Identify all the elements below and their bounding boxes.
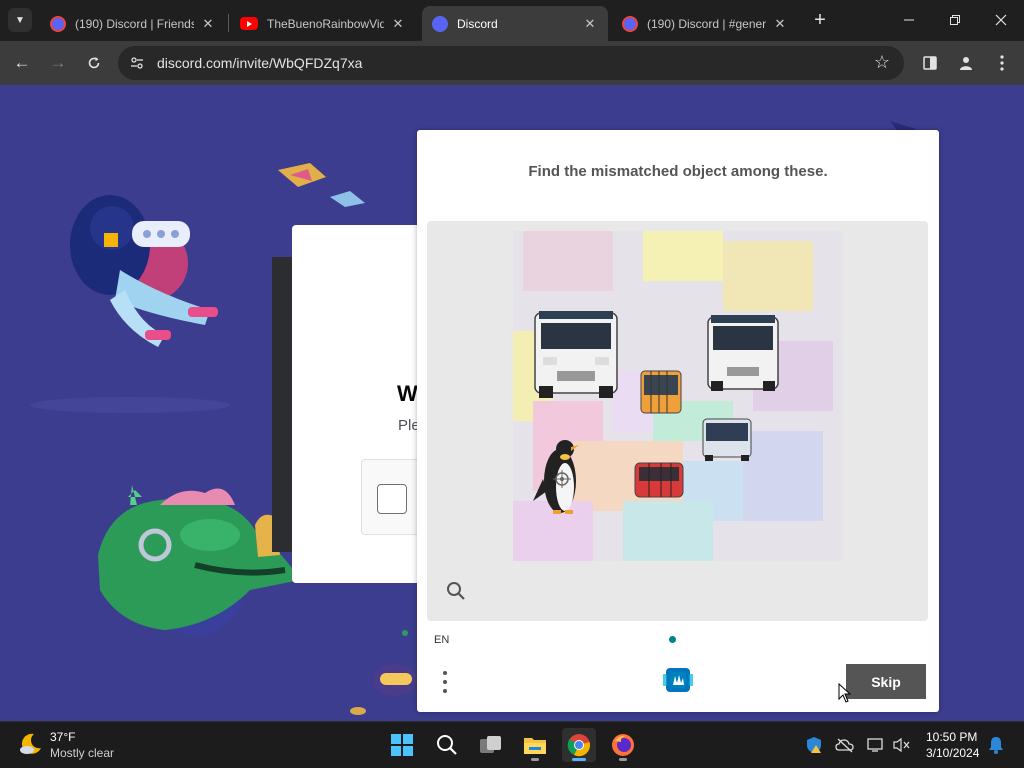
discord-icon: [432, 15, 448, 32]
bus-left: [534, 311, 618, 398]
bus-right: [707, 315, 779, 391]
search-icon[interactable]: [430, 728, 464, 762]
running-indicator: [531, 758, 539, 761]
close-tab-icon[interactable]: ✕: [582, 16, 598, 32]
running-indicator: [619, 758, 627, 761]
close-tab-icon[interactable]: ✕: [390, 16, 406, 32]
windows-start-icon[interactable]: [385, 728, 419, 762]
tab-discord-friends[interactable]: (190) Discord | Friends ✕: [40, 6, 226, 41]
youtube-icon: [240, 17, 258, 30]
back-arrow-icon[interactable]: ←: [10, 51, 34, 75]
skip-button[interactable]: Skip: [846, 664, 926, 699]
tab-separator: [228, 14, 229, 32]
tab-youtube[interactable]: TheBuenoRainbowVid ✕: [230, 6, 416, 41]
tab-discord-active[interactable]: Discord ✕: [422, 6, 608, 41]
chrome-menu-icon[interactable]: [990, 51, 1014, 75]
discord-notification-icon: [622, 15, 638, 32]
reload-icon[interactable]: [82, 51, 106, 75]
zoom-search-icon[interactable]: [445, 580, 467, 602]
site-info-icon[interactable]: [128, 54, 146, 72]
task-view-icon[interactable]: [474, 728, 508, 762]
challenge-prompt: Find the mismatched object among these.: [528, 163, 828, 180]
hcaptcha-logo-icon: [661, 663, 695, 697]
running-indicator: [572, 758, 586, 761]
browser-tab-bar: ▼ (190) Discord | Friends ✕ TheBuenoRain…: [0, 0, 1024, 41]
onedrive-offline-icon[interactable]: [835, 735, 855, 755]
challenge-image-scene: [513, 231, 843, 561]
close-tab-icon[interactable]: ✕: [200, 16, 216, 32]
tab-title: Discord: [457, 16, 498, 31]
bus-red: [634, 462, 684, 498]
windows-taskbar: 37°F Mostly clear 10:50 PM 3/10/2024: [0, 721, 1024, 768]
captcha-menu-icon[interactable]: [437, 668, 453, 696]
weather-temperature: 37°F: [50, 730, 76, 744]
modal-shadow-panel: [272, 257, 292, 552]
clock-date[interactable]: 3/10/2024: [926, 746, 979, 760]
close-tab-icon[interactable]: ✕: [772, 16, 788, 32]
mouse-cursor-icon: [838, 682, 852, 703]
tab-title: (190) Discord | Friends: [75, 16, 194, 31]
close-window-icon[interactable]: [989, 8, 1013, 32]
captcha-checkbox[interactable]: [377, 484, 407, 514]
bookmark-star-icon[interactable]: ☆: [874, 52, 890, 73]
challenge-image[interactable]: [513, 231, 843, 561]
forward-arrow-icon[interactable]: →: [46, 51, 70, 75]
challenge-progress-dot: [669, 636, 676, 643]
volume-muted-icon[interactable]: [892, 735, 912, 755]
bus-blue: [702, 418, 752, 461]
firefox-icon[interactable]: [606, 728, 640, 762]
tab-search-button[interactable]: ▼: [8, 8, 32, 32]
modal-heading: W: [397, 381, 418, 406]
minimize-icon[interactable]: [897, 8, 921, 32]
new-tab-button[interactable]: +: [810, 10, 830, 30]
notification-bell-icon[interactable]: [986, 735, 1006, 755]
clock-time[interactable]: 10:50 PM: [926, 730, 977, 744]
discord-notification-icon: [50, 15, 66, 32]
network-display-icon[interactable]: [866, 735, 886, 755]
side-panel-icon[interactable]: [918, 51, 942, 75]
browser-toolbar: ← → discord.com/invite/WbQFDZq7xa ☆: [0, 41, 1024, 85]
tab-discord-general[interactable]: (190) Discord | #gener ✕: [612, 6, 798, 41]
url-text[interactable]: discord.com/invite/WbQFDZq7xa: [157, 55, 362, 71]
security-warning-icon[interactable]: [804, 735, 824, 755]
chrome-icon[interactable]: [562, 728, 596, 762]
tab-title: (190) Discord | #gener: [647, 16, 766, 31]
file-explorer-icon[interactable]: [518, 728, 552, 762]
tab-title: TheBuenoRainbowVid: [267, 16, 384, 31]
profile-icon[interactable]: [954, 51, 978, 75]
restore-icon[interactable]: [943, 8, 967, 32]
language-selector[interactable]: EN: [434, 634, 449, 646]
challenge-task-area: [427, 221, 928, 621]
weather-description: Mostly clear: [50, 746, 115, 760]
weather-moon-icon[interactable]: [18, 731, 44, 757]
captcha-challenge-dialog: Find the mismatched object among these.: [417, 130, 939, 712]
address-bar[interactable]: discord.com/invite/WbQFDZq7xa ☆: [118, 46, 904, 80]
bus-orange: [640, 370, 682, 414]
